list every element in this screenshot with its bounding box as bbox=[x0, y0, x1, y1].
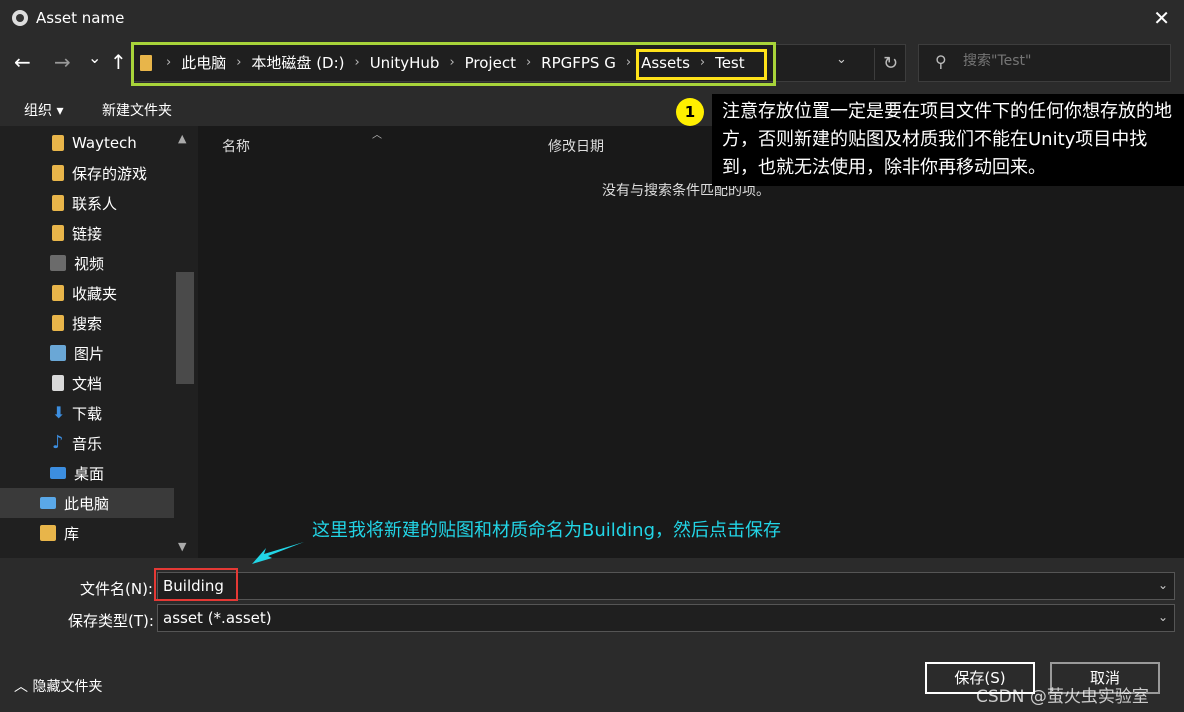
filetype-label: 保存类型(T): bbox=[68, 612, 154, 630]
unity-app-icon bbox=[12, 10, 28, 26]
chevron-down-icon[interactable]: ⌄ bbox=[1158, 610, 1168, 624]
search-folder-icon bbox=[52, 315, 64, 331]
breadcrumb: › 此电脑 › 本地磁盘 (D:) › UnityHub › Project ›… bbox=[140, 52, 751, 73]
chevron-down-icon[interactable]: ⌄ bbox=[1158, 578, 1168, 592]
sidebar-item-desktop[interactable]: 桌面 bbox=[0, 458, 174, 488]
window-title: Asset name bbox=[36, 9, 125, 27]
step-number-badge: 1 bbox=[676, 98, 704, 126]
annotation-text: 这里我将新建的贴图和材质命名为Building，然后点击保存 bbox=[312, 520, 782, 541]
breadcrumb-test[interactable]: Test bbox=[709, 54, 751, 72]
search-icon: ⚲ bbox=[935, 52, 947, 71]
sidebar-item-this-pc[interactable]: 此电脑 bbox=[0, 488, 174, 518]
links-icon bbox=[52, 225, 64, 241]
close-icon[interactable]: ✕ bbox=[1153, 6, 1170, 30]
this-pc-icon bbox=[40, 497, 56, 509]
downloads-icon: ⬇ bbox=[52, 403, 66, 422]
organize-menu[interactable]: 组织 ▾ bbox=[24, 100, 63, 120]
filename-input[interactable]: Building bbox=[163, 577, 224, 595]
folder-icon bbox=[52, 135, 64, 151]
documents-icon bbox=[52, 375, 64, 391]
file-list[interactable]: ︿ 名称 修改日期 没有与搜索条件匹配的项。 bbox=[198, 126, 1184, 558]
navigation-bar: ← → ⌄ ↑ › 此电脑 › 本地磁盘 (D:) › UnityHub › P… bbox=[0, 38, 1184, 90]
breadcrumb-project[interactable]: Project bbox=[459, 54, 522, 72]
back-arrow-icon[interactable]: ← bbox=[14, 50, 31, 74]
search-box[interactable]: ⚲ bbox=[918, 44, 1171, 82]
sidebar-item-music[interactable]: ♪ 音乐 bbox=[0, 428, 174, 458]
breadcrumb-drive-d[interactable]: 本地磁盘 (D:) bbox=[245, 52, 350, 73]
column-header-name[interactable]: 名称 bbox=[222, 136, 250, 156]
tutorial-callout: 注意存放位置一定是要在项目文件下的任何你想存放的地方，否则新建的贴图及材质我们不… bbox=[712, 94, 1184, 186]
title-bar: Asset name ✕ bbox=[0, 0, 1184, 38]
sidebar-item-downloads[interactable]: ⬇ 下载 bbox=[0, 398, 174, 428]
filetype-select[interactable]: asset (*.asset) ⌄ bbox=[157, 604, 1175, 632]
forward-arrow-icon[interactable]: → bbox=[54, 50, 71, 74]
filename-label: 文件名(N): bbox=[80, 580, 153, 598]
sidebar-item-waytech[interactable]: Waytech bbox=[0, 128, 174, 158]
callout-text: 注意存放位置一定是要在项目文件下的任何你想存放的地方，否则新建的贴图及材质我们不… bbox=[722, 101, 1172, 178]
breadcrumb-separator-icon[interactable]: › bbox=[696, 55, 709, 70]
scroll-up-icon[interactable]: ▲ bbox=[178, 132, 186, 145]
scrollbar-thumb[interactable] bbox=[176, 272, 194, 384]
sidebar-item-saved-games[interactable]: 保存的游戏 bbox=[0, 158, 174, 188]
folder-icon bbox=[140, 54, 152, 71]
refresh-icon[interactable]: ↻ bbox=[874, 48, 906, 80]
search-input[interactable] bbox=[963, 53, 1163, 69]
breadcrumb-unityhub[interactable]: UnityHub bbox=[364, 54, 446, 72]
saved-games-icon bbox=[52, 165, 64, 181]
sidebar-item-searches[interactable]: 搜索 bbox=[0, 308, 174, 338]
breadcrumb-separator-icon[interactable]: › bbox=[162, 55, 175, 70]
breadcrumb-this-pc[interactable]: 此电脑 bbox=[175, 52, 232, 73]
sidebar-item-links[interactable]: 链接 bbox=[0, 218, 174, 248]
sidebar-item-pictures[interactable]: 图片 bbox=[0, 338, 174, 368]
annotation-arrow-icon bbox=[252, 542, 304, 564]
column-header-modified[interactable]: 修改日期 bbox=[548, 136, 604, 156]
video-icon bbox=[50, 255, 66, 271]
breadcrumb-rpgfps[interactable]: RPGFPS G bbox=[535, 54, 622, 72]
sidebar-item-contacts[interactable]: 联系人 bbox=[0, 188, 174, 218]
up-arrow-icon[interactable]: ↑ bbox=[110, 50, 127, 74]
chevron-down-icon[interactable]: ⌄ bbox=[836, 52, 847, 67]
scroll-down-icon[interactable]: ▼ bbox=[178, 540, 186, 553]
favorites-icon bbox=[52, 285, 64, 301]
watermark: CSDN @萤火虫实验室 bbox=[976, 687, 1149, 707]
new-folder-button[interactable]: 新建文件夹 bbox=[102, 100, 172, 120]
pictures-icon bbox=[50, 345, 66, 361]
breadcrumb-separator-icon[interactable]: › bbox=[445, 55, 458, 70]
library-icon bbox=[40, 525, 56, 541]
filetype-value: asset (*.asset) bbox=[163, 609, 272, 627]
filename-combobox[interactable]: Building ⌄ bbox=[157, 572, 1175, 600]
sidebar-item-libraries[interactable]: 库 bbox=[0, 518, 174, 548]
breadcrumb-separator-icon[interactable]: › bbox=[351, 55, 364, 70]
recent-locations-icon[interactable]: ⌄ bbox=[88, 48, 101, 67]
sidebar-item-documents[interactable]: 文档 bbox=[0, 368, 174, 398]
music-icon: ♪ bbox=[52, 432, 64, 453]
sidebar-item-videos[interactable]: 视频 bbox=[0, 248, 174, 278]
hide-folders-label: 隐藏文件夹 bbox=[32, 679, 103, 695]
sidebar-item-favorites[interactable]: 收藏夹 bbox=[0, 278, 174, 308]
sort-ascending-icon: ︿ bbox=[372, 130, 382, 141]
navigation-pane: Waytech 保存的游戏 联系人 链接 视频 收藏夹 搜索 图片 文档 ⬇ 下… bbox=[0, 126, 196, 558]
hide-folders-toggle[interactable]: ︿ 隐藏文件夹 bbox=[14, 676, 102, 696]
breadcrumb-separator-icon[interactable]: › bbox=[232, 55, 245, 70]
breadcrumb-separator-icon[interactable]: › bbox=[622, 55, 635, 70]
breadcrumb-separator-icon[interactable]: › bbox=[522, 55, 535, 70]
contacts-icon bbox=[52, 195, 64, 211]
desktop-icon bbox=[50, 467, 66, 479]
breadcrumb-assets[interactable]: Assets bbox=[635, 54, 696, 72]
